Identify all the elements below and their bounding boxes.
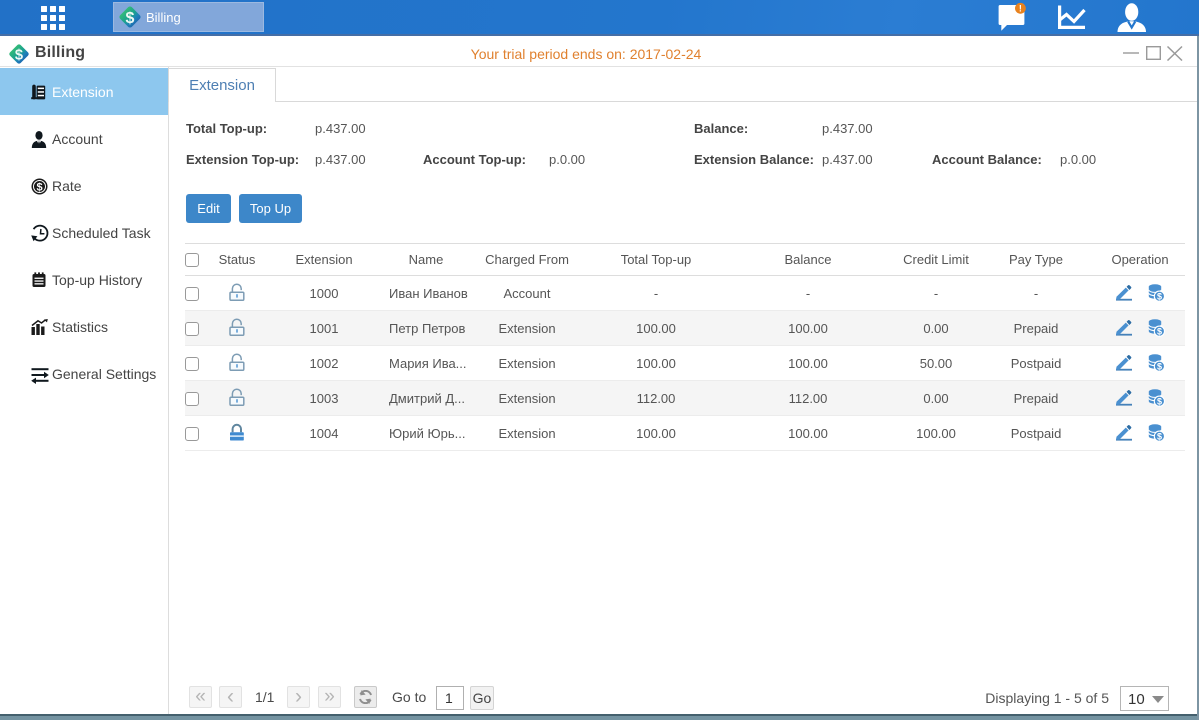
svg-text:$: $ bbox=[1157, 292, 1162, 302]
svg-text:$: $ bbox=[1157, 362, 1162, 372]
svg-text:$: $ bbox=[1157, 397, 1162, 407]
svg-text:$: $ bbox=[1157, 432, 1162, 442]
svg-text:$: $ bbox=[1157, 327, 1162, 337]
svg-text:$: $ bbox=[36, 182, 42, 194]
svg-text:!: ! bbox=[1019, 4, 1022, 14]
svg-text:$: $ bbox=[126, 10, 135, 27]
